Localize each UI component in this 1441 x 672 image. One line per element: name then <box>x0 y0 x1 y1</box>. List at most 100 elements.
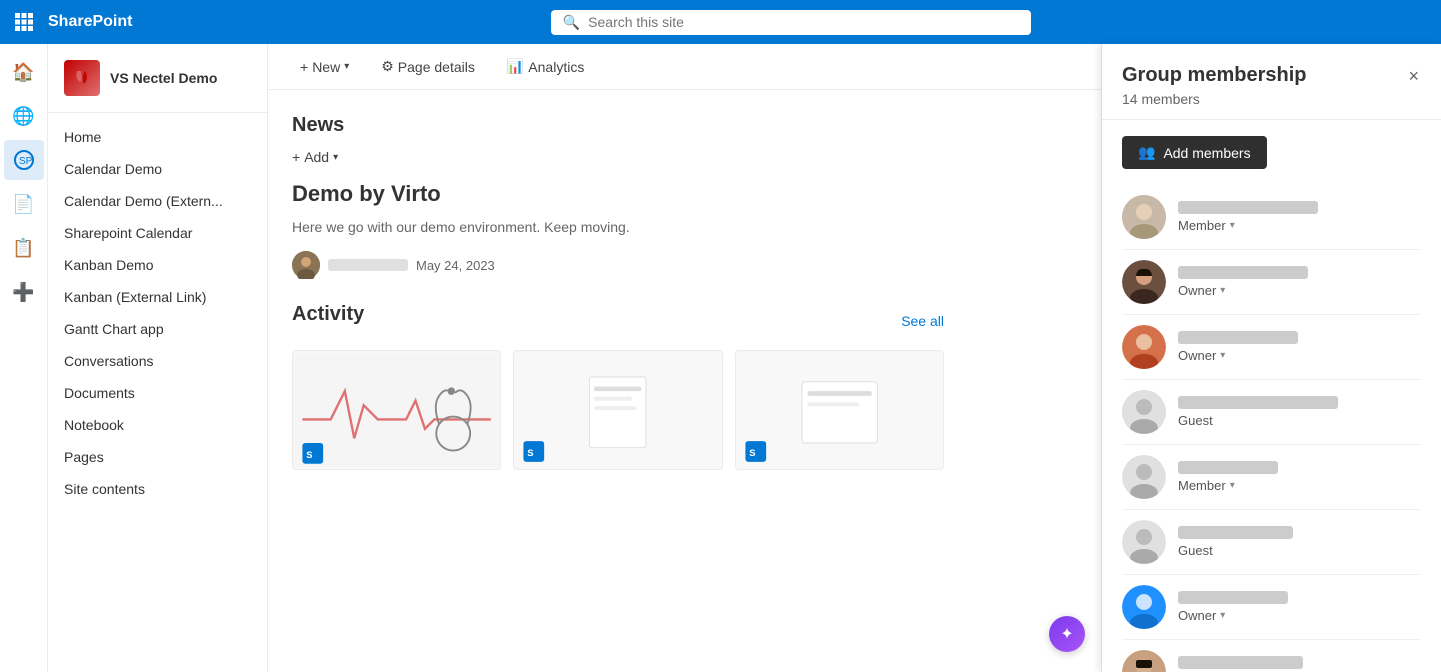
see-all-link[interactable]: See all <box>901 313 944 329</box>
member-item: Member ▾ <box>1122 185 1421 250</box>
member-name <box>1178 201 1318 214</box>
member-info: Member ▾ <box>1178 201 1421 233</box>
member-item: Owner ▾ <box>1122 575 1421 640</box>
member-role: Guest <box>1178 543 1421 558</box>
member-info: Owner ▾ <box>1178 591 1421 623</box>
svg-text:S: S <box>749 447 755 458</box>
new-button[interactable]: + New ▾ <box>292 55 357 79</box>
member-avatar <box>1122 650 1166 672</box>
news-article-desc: Here we go with our demo environment. Ke… <box>292 219 944 235</box>
nav-item-conversations[interactable]: Conversations <box>48 345 267 377</box>
top-nav: SharePoint 🔍 <box>0 0 1441 44</box>
sidebar-table-icon[interactable]: 📋 <box>4 228 44 268</box>
page-details-button[interactable]: ⚙ Page details <box>373 54 483 79</box>
article-date: May 24, 2023 <box>416 258 495 273</box>
role-chevron-icon[interactable]: ▾ <box>1220 350 1225 361</box>
add-button[interactable]: + Add ▾ <box>292 149 944 165</box>
member-role: Owner ▾ <box>1178 608 1421 623</box>
member-name <box>1178 591 1288 604</box>
panel-header: Group membership 14 members × <box>1102 44 1441 120</box>
member-item: Guest <box>1122 380 1421 445</box>
member-item: Owner ▾ <box>1122 640 1421 672</box>
panel-title-block: Group membership 14 members <box>1122 64 1306 107</box>
site-title: VS Nectel Demo <box>110 70 217 86</box>
plus-icon: + <box>300 59 308 75</box>
spark-ai-icon[interactable]: ✦ <box>1049 616 1085 652</box>
member-role: Owner ▾ <box>1178 348 1421 363</box>
role-chevron-icon[interactable]: ▾ <box>1220 610 1225 621</box>
nav-item-calendar-demo[interactable]: Calendar Demo <box>48 153 267 185</box>
member-avatar <box>1122 455 1166 499</box>
nav-item-gantt-chart-app[interactable]: Gantt Chart app <box>48 313 267 345</box>
member-item: Owner ▾ <box>1122 250 1421 315</box>
member-name <box>1178 266 1308 279</box>
nav-item-notebook[interactable]: Notebook <box>48 409 267 441</box>
activity-cards: S S <box>292 350 944 470</box>
member-name <box>1178 461 1278 474</box>
activity-card-1[interactable]: S <box>292 350 501 470</box>
activity-header: Activity See all <box>292 303 944 338</box>
author-avatar <box>292 251 320 279</box>
site-nav: VS Nectel Demo HomeCalendar DemoCalendar… <box>48 44 268 672</box>
member-role: Member ▾ <box>1178 218 1421 233</box>
nav-item-kanban-demo[interactable]: Kanban Demo <box>48 249 267 281</box>
nav-item-site-contents[interactable]: Site contents <box>48 473 267 505</box>
member-avatar <box>1122 390 1166 434</box>
member-name <box>1178 526 1293 539</box>
member-info: Owner ▾ <box>1178 266 1421 298</box>
member-item: Member ▾ <box>1122 445 1421 510</box>
role-chevron-icon[interactable]: ▾ <box>1230 480 1235 491</box>
nav-item-home[interactable]: Home <box>48 121 267 153</box>
member-avatar <box>1122 325 1166 369</box>
nav-item-pages[interactable]: Pages <box>48 441 267 473</box>
role-chevron-icon[interactable]: ▾ <box>1230 220 1235 231</box>
add-label: Add <box>304 149 329 165</box>
search-input[interactable] <box>588 14 1019 30</box>
member-list: Member ▾ Owner ▾ <box>1102 185 1441 672</box>
page-content: News + Add ▾ Demo by Virto Here we go wi… <box>268 90 968 494</box>
waffle-icon[interactable] <box>8 6 40 38</box>
nav-item-calendar-demo-extern[interactable]: Calendar Demo (Extern... <box>48 185 267 217</box>
activity-section: Activity See all <box>292 303 944 470</box>
sidebar-sharepoint-icon[interactable]: SP <box>4 140 44 180</box>
search-bar: 🔍 <box>551 10 1031 35</box>
page-details-icon: ⚙ <box>381 58 394 75</box>
role-chevron-icon[interactable]: ▾ <box>1220 285 1225 296</box>
news-article-title: Demo by Virto <box>292 181 944 207</box>
new-label: New <box>312 59 340 75</box>
analytics-button[interactable]: 📊 Analytics <box>499 54 592 79</box>
svg-text:S: S <box>528 447 534 458</box>
chevron-down-icon: ▾ <box>344 61 349 72</box>
member-info: Owner ▾ <box>1178 656 1421 672</box>
nav-item-documents[interactable]: Documents <box>48 377 267 409</box>
member-info: Guest <box>1178 396 1421 428</box>
app-name: SharePoint <box>48 13 132 31</box>
site-navigation: HomeCalendar DemoCalendar Demo (Extern..… <box>48 121 267 505</box>
sidebar-add-icon[interactable]: ➕ <box>4 272 44 312</box>
nav-item-sharepoint-calendar[interactable]: Sharepoint Calendar <box>48 217 267 249</box>
member-avatar <box>1122 520 1166 564</box>
member-avatar <box>1122 260 1166 304</box>
member-name <box>1178 331 1298 344</box>
member-name <box>1178 656 1303 669</box>
add-members-button[interactable]: 👥 Add members <box>1122 136 1267 169</box>
member-role: Guest <box>1178 413 1421 428</box>
activity-card-2[interactable]: S <box>513 350 722 470</box>
member-name <box>1178 396 1338 409</box>
panel-title: Group membership <box>1122 64 1306 87</box>
member-item: Guest <box>1122 510 1421 575</box>
sidebar-home-icon[interactable]: 🏠 <box>4 52 44 92</box>
member-count: 14 members <box>1122 91 1306 107</box>
svg-text:S: S <box>306 449 312 460</box>
group-membership-panel: Group membership 14 members × 👥 Add memb… <box>1101 44 1441 672</box>
news-meta: May 24, 2023 <box>292 251 944 279</box>
activity-title: Activity <box>292 303 364 326</box>
sidebar-page-icon[interactable]: 📄 <box>4 184 44 224</box>
nav-item-kanban-external-link[interactable]: Kanban (External Link) <box>48 281 267 313</box>
close-button[interactable]: × <box>1406 64 1421 89</box>
activity-card-3[interactable]: S <box>735 350 944 470</box>
sidebar-globe-icon[interactable]: 🌐 <box>4 96 44 136</box>
left-sidebar: 🏠 🌐 SP 📄 📋 ➕ <box>0 44 48 672</box>
svg-text:SP: SP <box>19 156 33 167</box>
member-info: Member ▾ <box>1178 461 1421 493</box>
